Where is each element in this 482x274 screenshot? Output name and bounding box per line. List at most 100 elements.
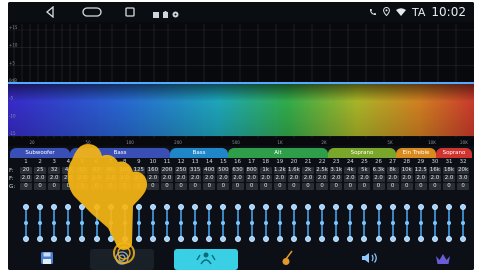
gain-cell[interactable]: 0 [118,183,131,190]
frequency-cell[interactable]: 315 [189,167,202,174]
frequency-cell[interactable]: 1.2k [273,167,286,174]
gain-cell[interactable]: 0 [443,183,455,190]
band-slider[interactable] [457,202,469,246]
slider-handle[interactable] [235,221,240,225]
band-slider[interactable] [232,202,244,246]
slider-handle[interactable] [38,221,43,225]
frequency-cell[interactable]: 2.5k [316,167,329,174]
eq-mode-button[interactable] [174,249,238,270]
tab-subwoofer[interactable]: Subwoofer [10,148,70,158]
frequency-cell[interactable]: 630 [231,167,244,174]
band-slider[interactable] [373,202,385,246]
slider-handle[interactable] [249,221,254,225]
gain-cell[interactable]: 0 [146,183,159,190]
slider-handle[interactable] [362,221,367,225]
slider-handle[interactable] [320,221,325,225]
slider-handle[interactable] [80,221,85,225]
q-cell[interactable]: 2.0 [217,175,230,182]
recents-icon[interactable] [120,2,140,22]
slider-handle[interactable] [66,221,71,225]
tab-alt[interactable]: Alt [228,148,328,158]
gain-cell[interactable]: 0 [48,183,61,190]
frequency-cell[interactable]: 18k [443,167,455,174]
frequency-cell[interactable]: 800 [245,167,258,174]
q-cell[interactable]: 2.0 [161,175,173,182]
frequency-cell[interactable]: 40 [62,167,75,174]
slider-handle[interactable] [291,221,296,225]
slider-handle[interactable] [165,221,169,225]
band-slider[interactable] [105,202,117,246]
band-slider[interactable] [34,202,46,246]
slider-handle[interactable] [221,221,226,225]
frequency-cell[interactable]: 400 [203,167,216,174]
q-cell[interactable]: 2.0 [443,175,455,182]
q-cell[interactable]: 2.0 [175,175,188,182]
gain-cell[interactable]: 0 [20,183,32,190]
frequency-cell[interactable]: 4k [344,167,357,174]
q-cell[interactable]: 2.0 [231,175,244,182]
gain-cell[interactable]: 0 [330,183,343,190]
band-slider[interactable] [203,202,215,246]
band-slider[interactable] [415,202,427,246]
q-cell[interactable]: 2.0 [316,175,329,182]
slider-handle[interactable] [447,221,451,225]
gain-cell[interactable]: 0 [273,183,286,190]
band-slider[interactable] [288,202,300,246]
band-slider[interactable] [175,202,187,246]
band-slider[interactable] [387,202,399,246]
q-cell[interactable]: 2.0 [428,175,441,182]
tab-bass-low[interactable]: Bass [70,148,170,158]
gain-cell[interactable]: 0 [231,183,244,190]
tab-bass[interactable]: Bass [170,148,228,158]
slider-handle[interactable] [306,221,310,225]
band-slider[interactable] [62,202,74,246]
band-slider[interactable] [260,202,272,246]
band-slider[interactable] [246,202,258,246]
back-icon[interactable] [38,2,62,22]
slider-handle[interactable] [207,221,212,225]
slider-handle[interactable] [193,221,198,225]
band-slider[interactable] [147,202,159,246]
gain-cell[interactable]: 0 [62,183,75,190]
band-slider[interactable] [302,202,314,246]
slider-handle[interactable] [277,221,282,225]
band-slider[interactable] [316,202,328,246]
frequency-cell[interactable]: 50 [76,167,89,174]
band-slider[interactable] [443,202,455,246]
slider-handle[interactable] [108,221,113,225]
q-cell[interactable]: 2.0 [118,175,131,182]
slider-handle[interactable] [122,221,127,225]
tab-soprano-high[interactable]: Soprano [436,148,472,158]
band-slider[interactable] [274,202,286,246]
reset-button[interactable] [90,249,154,270]
frequency-cell[interactable]: 2k [302,167,314,174]
gain-cell[interactable]: 0 [259,183,272,190]
gain-cell[interactable]: 0 [302,183,314,190]
slider-handle[interactable] [432,221,437,225]
slider-handle[interactable] [24,221,28,225]
speaker-button[interactable] [338,249,402,270]
gain-cell[interactable]: 0 [189,183,202,190]
frequency-cell[interactable]: 32 [48,167,61,174]
band-slider[interactable] [161,202,173,246]
gain-cell[interactable]: 0 [175,183,188,190]
q-cell[interactable]: 3.0 [457,175,470,182]
gain-cell[interactable]: 0 [203,183,216,190]
slider-handle[interactable] [263,221,268,225]
q-cell[interactable]: 2.0 [302,175,314,182]
frequency-cell[interactable]: 8k [386,167,399,174]
q-cell[interactable]: 2.0 [90,175,103,182]
frequency-cell[interactable]: 1k [259,167,272,174]
slider-handle[interactable] [136,221,141,225]
frequency-cell[interactable]: 10k [400,167,413,174]
q-cell[interactable]: 2.0 [62,175,75,182]
q-cell[interactable]: 2.0 [34,175,47,182]
gain-cell[interactable]: 0 [104,183,117,190]
band-slider[interactable] [119,202,131,246]
band-slider[interactable] [48,202,60,246]
gain-cell[interactable]: 0 [344,183,357,190]
gain-cell[interactable]: 0 [76,183,89,190]
gain-cell[interactable]: 0 [90,183,103,190]
frequency-cell[interactable]: 6.3k [372,167,385,174]
tab-ein-treble[interactable]: Ein Treble [396,148,436,158]
